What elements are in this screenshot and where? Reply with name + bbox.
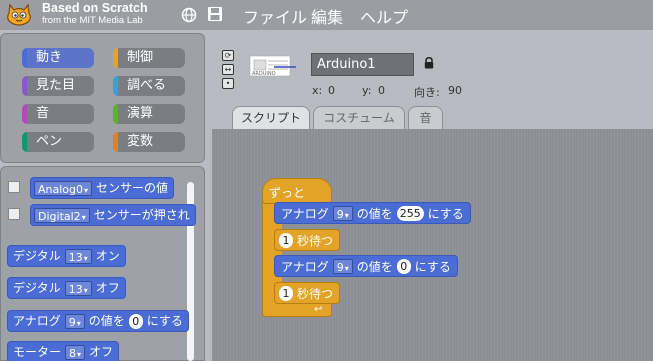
tab-scripts[interactable]: スクリプト [232, 106, 310, 129]
category-label: 動き [36, 50, 63, 65]
forever-block[interactable]: ずっと [262, 178, 332, 204]
pin-dropdown[interactable]: 9 [332, 205, 353, 221]
no-rotate-button[interactable]: • [222, 78, 234, 89]
category-color-bar [22, 132, 27, 152]
x-value: 0 [328, 84, 335, 97]
block-label: アナログ [281, 206, 329, 221]
sensor-checkbox[interactable] [8, 181, 20, 193]
pin-dropdown[interactable]: 9 [64, 313, 85, 329]
x-label: x: [312, 84, 323, 97]
palette-block-analog-set[interactable]: アナログ 9 の値を 0 にする [7, 310, 189, 332]
category-color-bar [22, 48, 27, 68]
menu-edit[interactable]: 編集 [311, 4, 343, 28]
analog-set-block[interactable]: アナログ 9 の値を 255 にする [274, 202, 471, 224]
menu-file[interactable]: ファイル [243, 4, 307, 28]
block-text: の値を [88, 314, 125, 328]
category-color-bar [113, 132, 118, 152]
category-pen[interactable]: ペン [22, 132, 94, 152]
pin-dropdown[interactable]: 9 [332, 258, 353, 274]
y-label: y: [362, 84, 372, 97]
scratch-cat-logo-icon [7, 3, 31, 26]
category-motion[interactable]: 動き [22, 48, 94, 68]
value-input[interactable]: 0 [396, 258, 411, 274]
sprite-name-field[interactable]: Arduino1 [311, 53, 414, 76]
block-label: デジタル [13, 281, 61, 295]
block-state: オン [95, 249, 120, 263]
analog-set-block[interactable]: アナログ 9 の値を 0 にする [274, 255, 458, 277]
block-label: モーター [13, 345, 62, 359]
sensor-dropdown[interactable]: Digital2 [34, 207, 90, 223]
block-suffix: にする [146, 314, 183, 328]
direction-value: 90 [448, 84, 462, 97]
category-label: 音 [36, 106, 50, 121]
sprite-thumbnail-arduino-icon: ARDUINO [249, 55, 296, 77]
tab-costumes[interactable]: コスチューム [313, 106, 405, 129]
category-label: 見た目 [36, 78, 76, 93]
left-right-flip-button[interactable]: ↔ [222, 64, 234, 75]
category-label: 制御 [127, 50, 154, 65]
direction-label: 向き: [414, 86, 440, 99]
svg-text:ARDUINO: ARDUINO [252, 71, 276, 77]
category-label: ペン [36, 134, 63, 149]
wait-seconds-input[interactable]: 1 [279, 285, 293, 301]
logo-subtitle: from the MIT Media Lab [42, 15, 143, 26]
category-operators[interactable]: 演算 [113, 104, 185, 124]
block-state: オフ [89, 345, 114, 359]
logo-title: Based on Scratch [42, 1, 148, 15]
block-text: の値を [356, 259, 393, 274]
block-state: オフ [95, 281, 120, 295]
tab-sounds[interactable]: 音 [408, 106, 443, 129]
top-bar: Based on Scratch from the MIT Media Lab … [0, 0, 653, 30]
palette-block-digital-on[interactable]: デジタル 13 オン [7, 245, 126, 267]
pin-dropdown[interactable]: 13 [64, 280, 92, 296]
category-label: 演算 [127, 106, 154, 121]
pin-dropdown[interactable]: 13 [64, 248, 92, 264]
block-label: 秒待つ [297, 233, 334, 248]
sensor-checkbox[interactable] [8, 208, 20, 220]
loop-arrow-icon: ↩ [314, 304, 323, 315]
sensor-dropdown[interactable]: Analog0 [34, 180, 93, 196]
category-label: 変数 [127, 134, 154, 149]
palette-block-digital-sensor[interactable]: Digital2 センサーが押され [30, 204, 196, 226]
category-color-bar [113, 104, 118, 124]
block-suffix: にする [427, 206, 464, 221]
category-color-bar [113, 48, 118, 68]
category-control[interactable]: 制御 [113, 48, 185, 68]
palette-block-motor[interactable]: モーター 8 オフ [7, 341, 120, 361]
block-label: アナログ [13, 314, 61, 328]
block-label: デジタル [13, 249, 61, 263]
menu-help[interactable]: ヘルプ [360, 4, 408, 28]
block-label: アナログ [281, 259, 329, 274]
wait-block[interactable]: 1 秒待つ [274, 229, 341, 251]
category-color-bar [22, 104, 27, 124]
palette-block-analog-sensor[interactable]: Analog0 センサーの値 [30, 177, 175, 199]
category-variables[interactable]: 変数 [113, 132, 185, 152]
rotate-all-around-button[interactable]: ⟳ [222, 50, 234, 61]
category-sound[interactable]: 音 [22, 104, 94, 124]
y-value: 0 [378, 84, 385, 97]
block-text: センサーが押され [93, 208, 190, 222]
value-input[interactable]: 255 [396, 205, 424, 221]
category-sensing[interactable]: 調べる [113, 76, 185, 96]
lock-icon[interactable] [424, 57, 434, 69]
category-color-bar [22, 76, 27, 96]
save-icon[interactable] [207, 6, 223, 22]
block-suffix: にする [414, 259, 451, 274]
category-looks[interactable]: 見た目 [22, 76, 94, 96]
block-text: センサーの値 [96, 181, 169, 195]
block-label: 秒待つ [297, 286, 334, 301]
category-label: 調べる [127, 78, 167, 93]
category-color-bar [113, 76, 118, 96]
block-text: の値を [356, 206, 393, 221]
wait-seconds-input[interactable]: 1 [279, 232, 293, 248]
palette-block-digital-off[interactable]: デジタル 13 オフ [7, 277, 126, 299]
pin-dropdown[interactable]: 8 [65, 344, 86, 360]
globe-icon[interactable] [181, 7, 197, 23]
wait-block[interactable]: 1 秒待つ [274, 282, 341, 304]
value-input[interactable]: 0 [128, 313, 143, 329]
